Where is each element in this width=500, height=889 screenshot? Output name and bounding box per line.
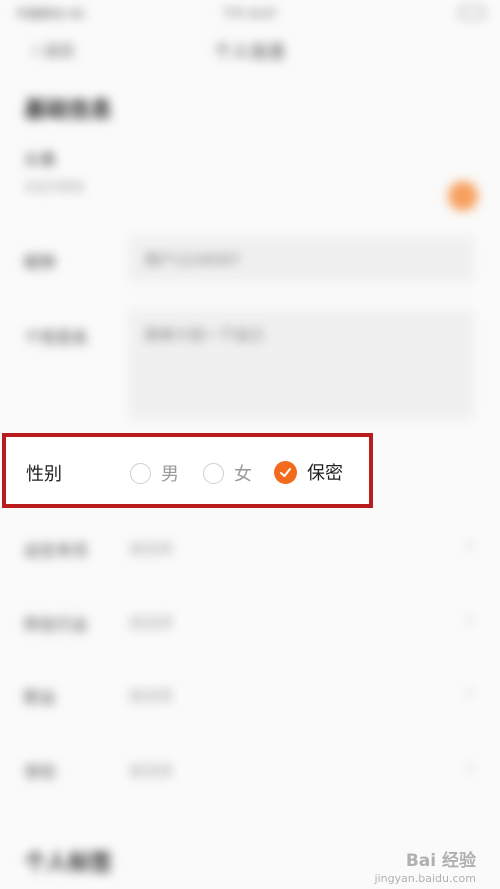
gender-label: 性别 [26, 464, 62, 485]
avatar-label: 头像 [24, 150, 57, 169]
avatar-sublabel: 点击可修改 [24, 180, 85, 194]
nickname-field[interactable]: 用户1234567 [128, 236, 474, 282]
row-value-education[interactable]: 请选择 [128, 760, 173, 781]
checkmark-icon[interactable] [274, 460, 297, 484]
watermark-url: jingyan.baidu.com [374, 872, 476, 885]
gender-option-label: 保密 [307, 463, 343, 484]
gender-option-secret[interactable]: 保密 [274, 459, 343, 485]
bio-placeholder: 简单介绍一下自己 [144, 326, 265, 344]
section-title-profile: 个人标签 [24, 851, 113, 876]
row-value-birth[interactable]: 请选择 [128, 538, 173, 559]
radio-unchecked-icon[interactable] [130, 462, 151, 484]
nickname-label: 昵称 [24, 253, 57, 272]
row-label-education: 学历 [24, 763, 57, 782]
gender-option-female[interactable]: 女 [203, 460, 252, 486]
gender-option-label: 男 [161, 464, 179, 485]
section-title-basic: 基础信息 [24, 98, 113, 123]
clock-text: 下午 8:07 [222, 7, 277, 21]
chevron-right-icon: › [466, 757, 474, 778]
bio-field[interactable]: 简单介绍一下自己 [128, 310, 474, 420]
row-label-industry: 所在行业 [24, 615, 89, 634]
carrier-text: 中国移动 4G [16, 7, 85, 21]
row-label-birth: 出生年月 [24, 541, 89, 560]
status-bar: 中国移动 4G 下午 8:07 [0, 0, 500, 26]
chevron-right-icon: › [466, 609, 474, 630]
radio-unchecked-icon[interactable] [203, 462, 224, 484]
page-title: 个人信息 [214, 42, 286, 63]
battery-icon [460, 6, 484, 19]
chevron-right-icon: › [466, 682, 474, 703]
gender-option-label: 女 [234, 464, 252, 485]
chevron-right-icon: › [466, 535, 474, 556]
row-value-industry[interactable]: 请选择 [128, 612, 173, 633]
gender-row: 性别 男 女 保密 [2, 433, 373, 508]
row-value-job[interactable]: 请选择 [128, 685, 173, 706]
avatar[interactable] [448, 181, 478, 211]
nickname-value: 用户1234567 [144, 251, 241, 269]
bio-label: 个性签名 [24, 328, 89, 347]
row-label-job: 职业 [24, 688, 57, 707]
gender-option-male[interactable]: 男 [130, 460, 179, 486]
watermark-logo: Bai 经验 [405, 851, 476, 871]
